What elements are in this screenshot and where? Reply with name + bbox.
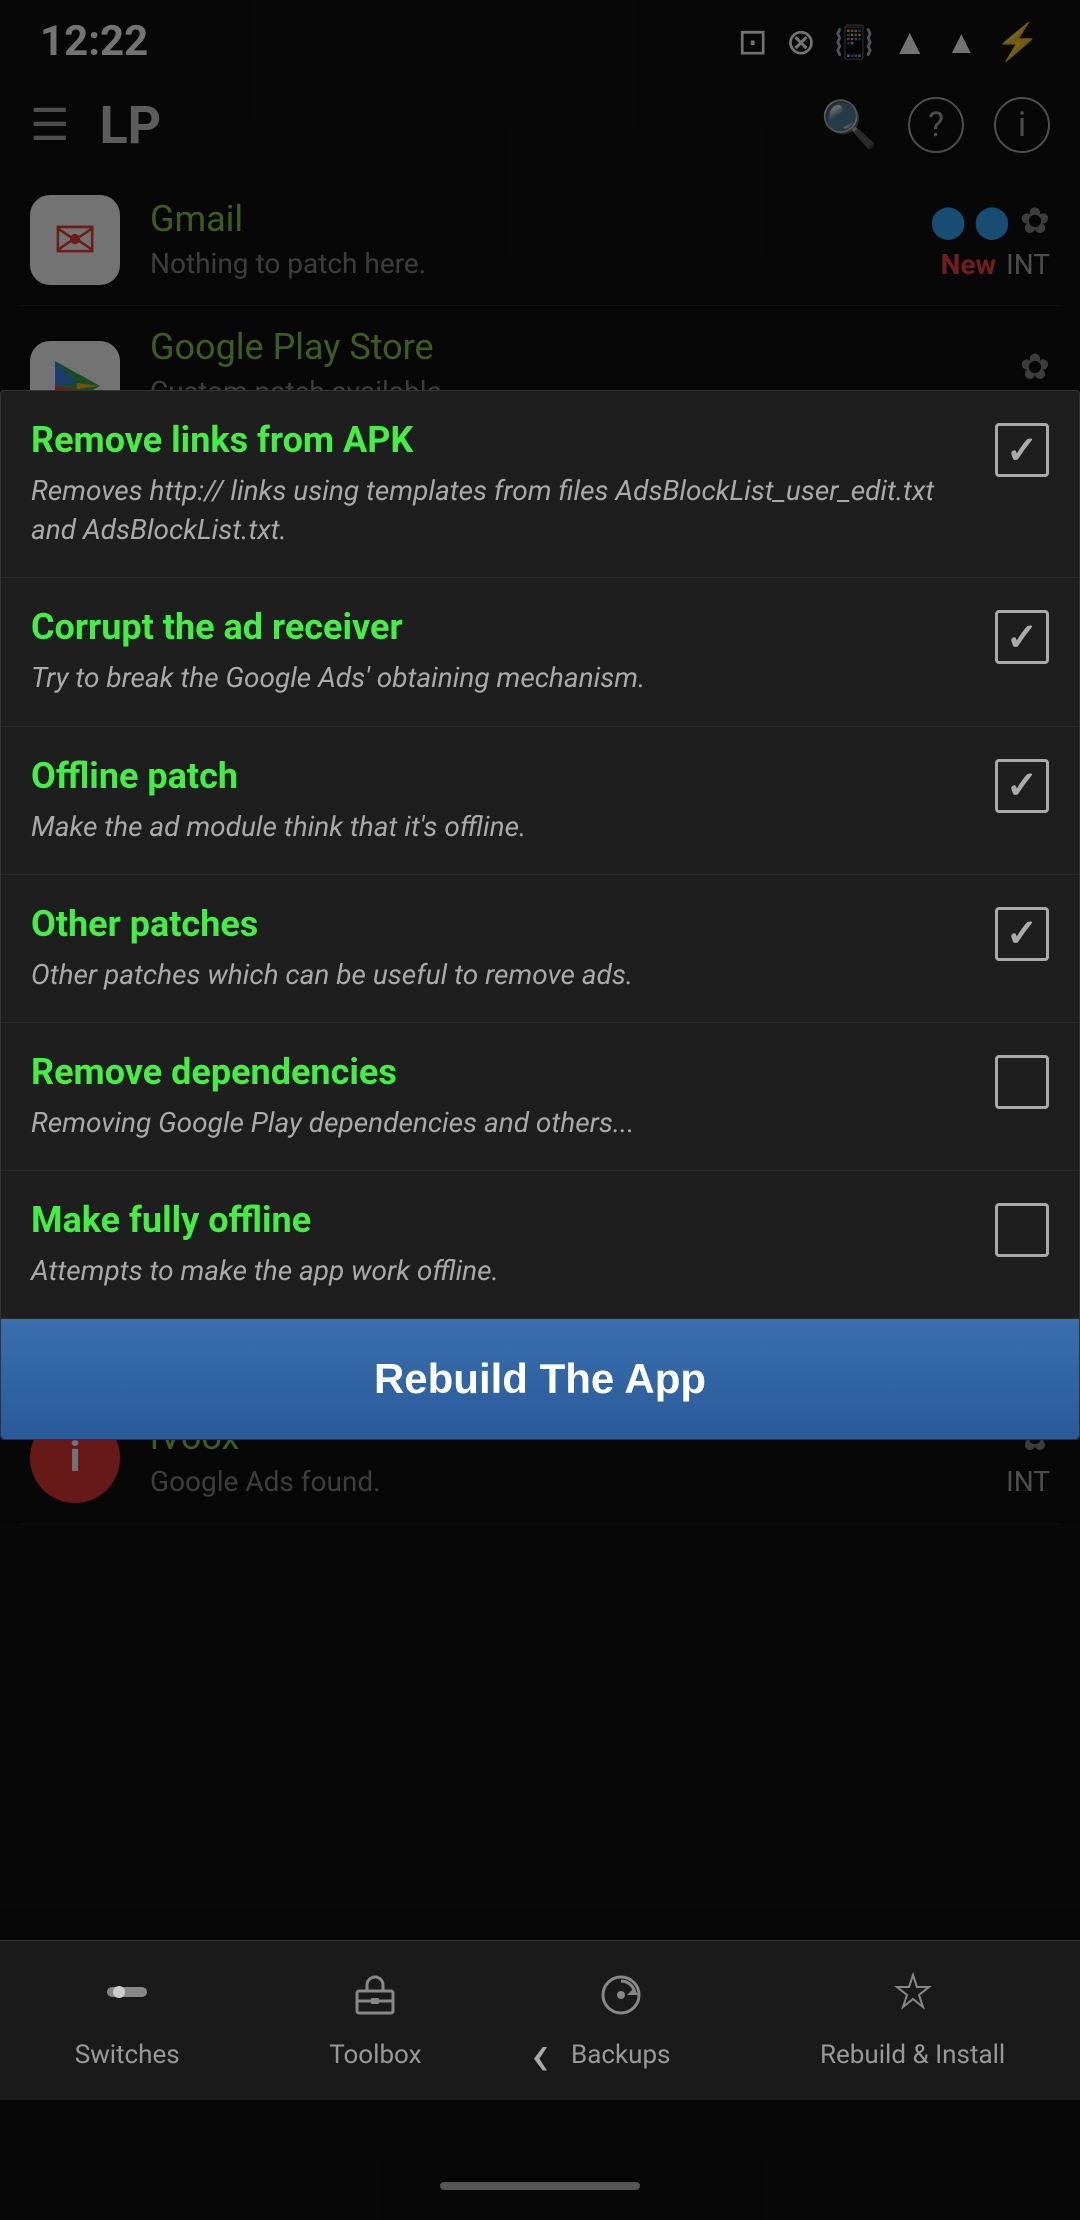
patch-item-remove-links-desc: Removes http:// links using templates fr… [31,471,975,549]
nav-item-toolbox[interactable]: Toolbox [329,1971,421,2070]
patch-item-remove-links-checkbox[interactable] [995,423,1049,477]
patch-item-other[interactable]: Other patches Other patches which can be… [1,875,1079,1023]
back-icon[interactable]: ‹ [531,2019,549,2090]
patch-item-fully-offline-title: Make fully offline [31,1199,975,1241]
patch-item-remove-deps[interactable]: Remove dependencies Removing Google Play… [1,1023,1079,1171]
nav-item-switches[interactable]: Switches [75,1971,180,2070]
patch-item-other-checkbox[interactable] [995,907,1049,961]
patch-item-remove-deps-desc: Removing Google Play dependencies and ot… [31,1103,975,1142]
patch-item-corrupt-ad-desc: Try to break the Google Ads' obtaining m… [31,658,975,697]
patch-item-fully-offline[interactable]: Make fully offline Attempts to make the … [1,1171,1079,1319]
nav-item-backups[interactable]: Backups [571,1971,670,2070]
patch-item-offline[interactable]: Offline patch Make the ad module think t… [1,727,1079,875]
switches-icon [103,1971,151,2030]
patch-item-fully-offline-text: Make fully offline Attempts to make the … [31,1199,975,1290]
nav-label-switches: Switches [75,2040,180,2070]
nav-label-backups: Backups [571,2040,670,2070]
patch-item-offline-desc: Make the ad module think that it's offli… [31,807,975,846]
rebuild-install-icon [889,1971,937,2030]
patch-item-corrupt-ad-checkbox[interactable] [995,610,1049,664]
patch-item-offline-text: Offline patch Make the ad module think t… [31,755,975,846]
nav-label-toolbox: Toolbox [329,2040,421,2070]
patch-item-corrupt-ad-text: Corrupt the ad receiver Try to break the… [31,606,975,697]
patch-item-remove-links-title: Remove links from APK [31,419,975,461]
patch-item-fully-offline-desc: Attempts to make the app work offline. [31,1251,975,1290]
patch-item-remove-deps-text: Remove dependencies Removing Google Play… [31,1051,975,1142]
nav-item-rebuild[interactable]: Rebuild & Install [820,1971,1005,2070]
patch-item-fully-offline-checkbox[interactable] [995,1203,1049,1257]
backups-icon [597,1971,645,2030]
patch-item-corrupt-ad-title: Corrupt the ad receiver [31,606,975,648]
gesture-bar [440,2182,640,2190]
patch-item-offline-title: Offline patch [31,755,975,797]
toolbox-icon [351,1971,399,2030]
back-button-area[interactable]: ‹ [531,2019,549,2090]
patch-item-other-desc: Other patches which can be useful to rem… [31,955,975,994]
patch-item-remove-deps-title: Remove dependencies [31,1051,975,1093]
patch-item-other-title: Other patches [31,903,975,945]
patch-item-other-text: Other patches Other patches which can be… [31,903,975,994]
patch-item-corrupt-ad[interactable]: Corrupt the ad receiver Try to break the… [1,578,1079,726]
patch-item-remove-deps-checkbox[interactable] [995,1055,1049,1109]
rebuild-button[interactable]: Rebuild The App [1,1319,1079,1439]
nav-label-rebuild: Rebuild & Install [820,2040,1005,2070]
patch-item-offline-checkbox[interactable] [995,759,1049,813]
patch-item-remove-links-text: Remove links from APK Removes http:// li… [31,419,975,549]
patch-dialog: Remove links from APK Removes http:// li… [0,390,1080,1440]
patch-item-remove-links[interactable]: Remove links from APK Removes http:// li… [1,391,1079,578]
